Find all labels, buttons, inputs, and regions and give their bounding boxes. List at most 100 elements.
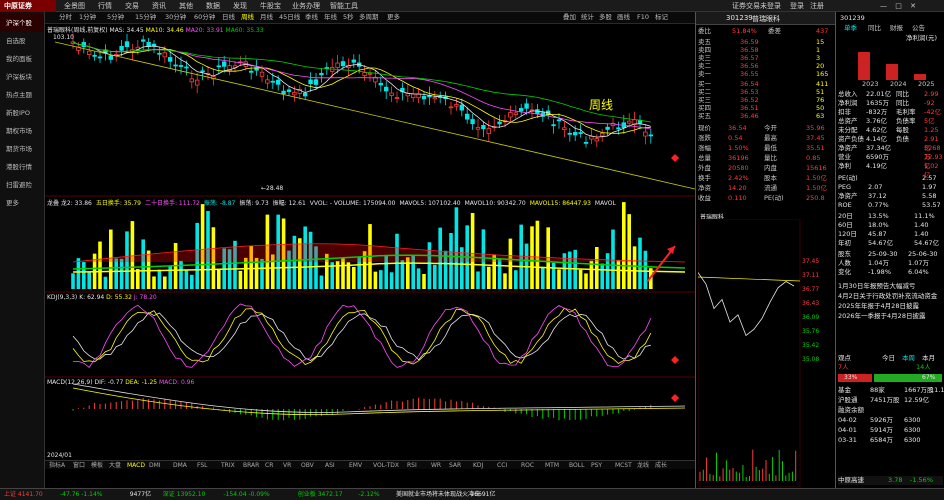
sidebar-item-options[interactable]: 期权市场: [0, 122, 44, 140]
menu-item-8[interactable]: 牛股宝: [260, 0, 281, 12]
period-tab[interactable]: 分时: [59, 12, 72, 23]
period-tab[interactable]: 季线: [305, 12, 318, 23]
indicator-tab[interactable]: RSI: [407, 461, 417, 470]
period-tab[interactable]: 5分钟: [107, 12, 124, 23]
ask-row[interactable]: 卖一 36.55 165: [698, 70, 832, 78]
indicator-tab[interactable]: DMA: [173, 461, 187, 470]
sidebar-item-my-panel[interactable]: 我的面板: [0, 50, 44, 68]
indicator-tab[interactable]: BRAR: [243, 461, 259, 470]
tool-mark[interactable]: 标记: [655, 12, 668, 23]
indicator-tab[interactable]: FSL: [197, 461, 208, 470]
sidebar-item-ipo[interactable]: 新股IPO: [0, 104, 44, 122]
indicator-tab[interactable]: 指标A: [49, 461, 65, 470]
indicator-tab[interactable]: ASI: [325, 461, 335, 470]
intraday-chart[interactable]: 37.45 37.11 36.77 36.43 36.09 35.76 35.42 35.08: [698, 219, 834, 487]
indicator-tab[interactable]: 成长: [655, 461, 667, 470]
sidebar-item-hk[interactable]: 港股行情: [0, 158, 44, 176]
sentiment-today[interactable]: 今日: [882, 354, 895, 363]
sidebar-item-watchlist[interactable]: 自选股: [0, 32, 44, 50]
indicator-tab[interactable]: VR: [283, 461, 291, 470]
indicator-tab[interactable]: PSY: [591, 461, 602, 470]
kline-chart-svg[interactable]: [45, 24, 695, 460]
indicator-tab[interactable]: DMI: [149, 461, 161, 470]
indicator-tab[interactable]: MTM: [545, 461, 559, 470]
indicator-tab[interactable]: WR: [431, 461, 441, 470]
fr-nav-tab[interactable]: 财报: [890, 24, 903, 33]
tool-f10[interactable]: F10: [637, 12, 649, 23]
indicator-tab[interactable]: KDJ: [473, 461, 483, 470]
menu-item-2[interactable]: 行情: [98, 0, 112, 12]
news-item[interactable]: 2025年年报于4月28日披露: [838, 302, 943, 311]
period-tab[interactable]: 45日线: [279, 12, 300, 23]
fr-nav-tab[interactable]: 单季: [844, 24, 857, 33]
indicator-tab[interactable]: 大盘: [109, 461, 121, 470]
menu-item-1[interactable]: 全景图: [64, 0, 85, 12]
indicator-tab[interactable]: OBV: [301, 461, 314, 470]
period-tab[interactable]: 5秒: [343, 12, 354, 23]
volume-bar: [622, 202, 626, 289]
indicator-tab[interactable]: ROC: [521, 461, 534, 470]
holding-row-cell: 12.59亿: [904, 396, 930, 404]
tool-stats[interactable]: 统计: [581, 12, 594, 23]
ask-row[interactable]: 卖二 36.56 20: [698, 62, 832, 70]
tool-multi[interactable]: 多股: [599, 12, 612, 23]
register-button[interactable]: 注册: [810, 0, 824, 12]
period-tab-active[interactable]: 周线: [241, 12, 254, 23]
fr-bottom-ticker[interactable]: 中原高速 3.78 -1.56%: [838, 476, 943, 485]
sidebar-item-hot-topics[interactable]: 热点主题: [0, 86, 44, 104]
indicator-tab[interactable]: MACD: [127, 461, 145, 470]
indicator-tab[interactable]: CCI: [497, 461, 507, 470]
menu-item-5[interactable]: 其他: [179, 0, 193, 12]
sidebar-item-risk-scan[interactable]: 扫雷避险: [0, 176, 44, 194]
indicator-tab[interactable]: VOL-TDX: [373, 461, 399, 470]
indicator-tab[interactable]: BOLL: [569, 461, 584, 470]
bid-row[interactable]: 买三 36.52 76: [698, 96, 832, 104]
menu-item-10[interactable]: 智能工具: [330, 0, 358, 12]
sidebar-item-futures[interactable]: 期货市场: [0, 140, 44, 158]
sentiment-week[interactable]: 本周: [902, 354, 915, 363]
indicator-tab[interactable]: SAR: [449, 461, 461, 470]
indicator-tab[interactable]: MCST: [615, 461, 632, 470]
indicator-tab[interactable]: 模板: [91, 461, 103, 470]
period-tab[interactable]: 年线: [324, 12, 337, 23]
menu-item-4[interactable]: 资讯: [152, 0, 166, 12]
sidebar-item-more[interactable]: 更多: [0, 194, 44, 212]
ask-row[interactable]: 卖三 36.57 3: [698, 54, 832, 62]
news-item[interactable]: 2026年一季报于4月28日披露: [838, 312, 943, 321]
kline-chart-area[interactable]: 普瑞眼科(周线,前复权) MAS: 34.45 MA10: 34.46 MA20…: [45, 24, 695, 488]
news-item[interactable]: 1月30日年报预告大幅减亏: [838, 282, 943, 291]
fr-nav-tab[interactable]: 公告: [912, 24, 925, 33]
period-tab[interactable]: 月线: [260, 12, 273, 23]
bid-row[interactable]: 买一 36.54 411: [698, 80, 832, 88]
period-tab[interactable]: 多周期: [359, 12, 379, 23]
sidebar-item-a-shares[interactable]: 沪深个股: [0, 14, 44, 32]
period-tab[interactable]: 30分钟: [165, 12, 186, 23]
ask-row[interactable]: 卖四 36.58 1: [698, 46, 832, 54]
indicator-tab[interactable]: CR: [265, 461, 273, 470]
sidebar-item-sectors[interactable]: 沪深板块: [0, 68, 44, 86]
news-item[interactable]: 4月2日关于行政处罚补充流动资金: [838, 292, 943, 301]
tool-overlay[interactable]: 叠加: [563, 12, 576, 23]
tool-draw[interactable]: 画线: [617, 12, 630, 23]
fr-nav-tab[interactable]: 同比: [868, 24, 881, 33]
period-tab[interactable]: 1分钟: [79, 12, 96, 23]
menu-item-6[interactable]: 数据: [206, 0, 220, 12]
period-tab[interactable]: 更多: [387, 12, 400, 23]
ask-row[interactable]: 卖五 36.59 15: [698, 38, 832, 46]
bid-row[interactable]: 买五 36.46 63: [698, 112, 832, 120]
indicator-tab[interactable]: TRIX: [221, 461, 235, 470]
login-button[interactable]: 登录: [790, 0, 804, 12]
indicator-tab[interactable]: 窗口: [73, 461, 85, 470]
period-tab[interactable]: 60分钟: [194, 12, 215, 23]
menu-item-3[interactable]: 交易: [125, 0, 139, 12]
window-controls[interactable]: — □ ✕: [880, 0, 919, 12]
menu-item-7[interactable]: 发现: [233, 0, 247, 12]
period-tab[interactable]: 15分钟: [135, 12, 156, 23]
indicator-tab[interactable]: 龙线: [637, 461, 649, 470]
period-tab[interactable]: 日线: [222, 12, 235, 23]
bid-row[interactable]: 买四 36.51 50: [698, 104, 832, 112]
indicator-tab[interactable]: EMV: [349, 461, 362, 470]
menu-item-9[interactable]: 业务办理: [292, 0, 320, 12]
sentiment-month[interactable]: 本月: [922, 354, 935, 363]
bid-row[interactable]: 买二 36.53 51: [698, 88, 832, 96]
